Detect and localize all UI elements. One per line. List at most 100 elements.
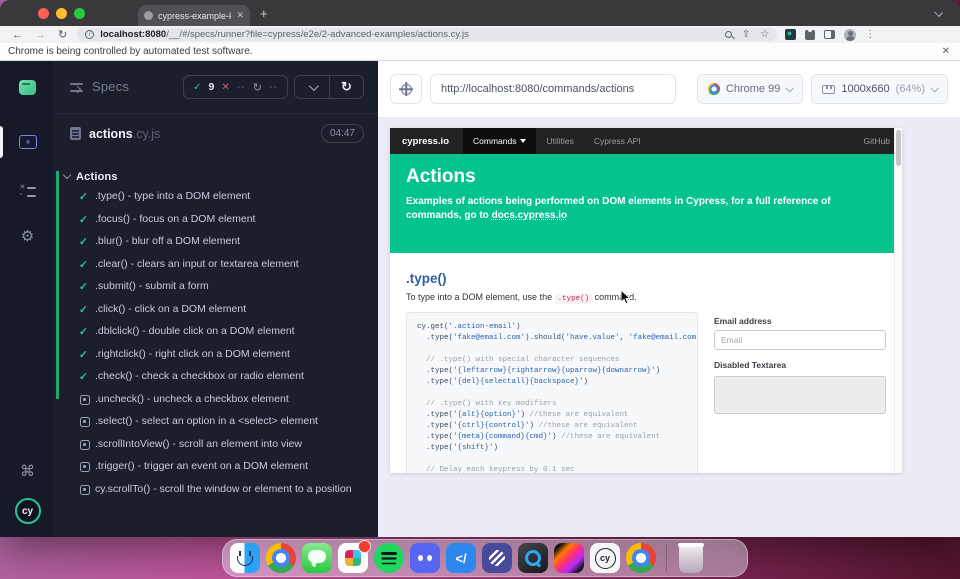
back-icon[interactable]: ← bbox=[12, 29, 23, 41]
dock-spotify-icon[interactable] bbox=[374, 543, 404, 573]
zoom-icon[interactable] bbox=[725, 31, 732, 38]
test-label: .uncheck() - uncheck a checkbox element bbox=[95, 391, 289, 407]
test-row[interactable]: ✓.check() - check a checkbox or radio el… bbox=[56, 368, 378, 391]
test-label: cy.scrollTo() - scroll the window or ele… bbox=[95, 481, 352, 497]
test-row[interactable]: ✓.click() - click on a DOM element bbox=[56, 301, 378, 324]
share-icon[interactable]: ⇧ bbox=[742, 30, 750, 40]
collapse-all-button[interactable] bbox=[295, 76, 329, 98]
email-field[interactable] bbox=[714, 330, 886, 350]
test-row[interactable]: ✓.type() - type into a DOM element bbox=[56, 188, 378, 211]
site-info-icon[interactable]: i bbox=[85, 30, 94, 39]
tab-close-icon[interactable]: ✕ bbox=[236, 10, 244, 21]
rail-cypress-logo[interactable]: cy bbox=[0, 489, 55, 533]
test-row[interactable]: ✓.blur() - blur off a DOM element bbox=[56, 233, 378, 256]
dock-chrome-icon[interactable] bbox=[266, 543, 296, 573]
inline-code: .type() bbox=[555, 294, 593, 304]
nav-commands[interactable]: Commands bbox=[463, 128, 536, 154]
test-label: .trigger() - trigger an event on a DOM e… bbox=[95, 458, 308, 474]
aut-brand[interactable]: cypress.io bbox=[402, 136, 449, 147]
aut-content: .type() To type into a DOM element, use … bbox=[390, 253, 902, 473]
suite-title: Actions bbox=[76, 171, 118, 183]
code-block: cy.get('.action-email') .type('fake@emai… bbox=[406, 312, 698, 473]
nav-cypress-api[interactable]: Cypress API bbox=[584, 128, 651, 154]
dock-messages-icon[interactable] bbox=[302, 543, 332, 573]
browser-menu-icon[interactable]: ⋮ bbox=[865, 29, 875, 40]
dock-discord-icon[interactable] bbox=[410, 543, 440, 573]
crosshair-icon bbox=[401, 84, 412, 95]
rail-settings-button[interactable]: ⚙ bbox=[0, 214, 55, 258]
selector-playground-button[interactable] bbox=[390, 74, 422, 104]
window-close-button[interactable] bbox=[38, 8, 49, 19]
reload-icon[interactable]: ↻ bbox=[58, 28, 67, 41]
tab-favicon-icon bbox=[144, 11, 153, 20]
viewport-size: 1000x660 bbox=[841, 83, 889, 95]
failed-x-icon: ✕ bbox=[221, 82, 229, 93]
cypress-extension-icon[interactable] bbox=[785, 29, 796, 40]
dock-chrome2-icon[interactable] bbox=[626, 543, 656, 573]
dock-vscode-icon[interactable]: </ bbox=[446, 543, 476, 573]
window-maximize-button[interactable] bbox=[74, 8, 85, 19]
runner-url-bar: http://localhost:8080/commands/actions C… bbox=[378, 61, 960, 117]
test-row[interactable]: .trigger() - trigger an event on a DOM e… bbox=[56, 458, 378, 481]
test-row[interactable]: ✓.rightclick() - right click on a DOM el… bbox=[56, 346, 378, 369]
side-panel-icon[interactable] bbox=[824, 30, 835, 39]
browser-tab[interactable]: cypress-example-kitchensink ✕ bbox=[138, 5, 250, 26]
test-row[interactable]: ✓.dblclick() - double click on a DOM ele… bbox=[56, 323, 378, 346]
test-row[interactable]: .select() - select an option in a <selec… bbox=[56, 413, 378, 436]
suite-header[interactable]: Actions bbox=[56, 165, 378, 188]
test-stats[interactable]: ✓ 9 ✕ -- ↻ -- bbox=[183, 75, 288, 99]
profile-avatar[interactable] bbox=[844, 29, 856, 41]
new-tab-button[interactable]: + bbox=[260, 6, 268, 21]
infobar-close-icon[interactable]: ✕ bbox=[942, 46, 950, 57]
dock-linear-icon[interactable] bbox=[482, 543, 512, 573]
caret-down-icon bbox=[520, 139, 526, 143]
test-row[interactable]: ✓.focus() - focus on a DOM element bbox=[56, 211, 378, 234]
address-bar[interactable]: i localhost:8080/__/#/specs/runner?file=… bbox=[77, 28, 777, 41]
dock-trash-icon[interactable] bbox=[679, 543, 703, 573]
desktop: cypress-example-kitchensink ✕ + ← → ↻ i … bbox=[0, 0, 960, 579]
test-list: Actions ✓.type() - type into a DOM eleme… bbox=[56, 165, 378, 537]
docs-link[interactable]: docs.cypress.io bbox=[492, 210, 568, 221]
viewport-select[interactable]: 1000x660 (64%) bbox=[811, 74, 948, 104]
section-intro: To type into a DOM element, use the .typ… bbox=[406, 292, 886, 303]
test-row[interactable]: ✓.clear() - clears an input or textarea … bbox=[56, 256, 378, 279]
rail-shortcuts-button[interactable]: ⌘ bbox=[0, 449, 55, 493]
chevron-down-icon bbox=[308, 81, 318, 91]
browser-select[interactable]: Chrome 99 bbox=[697, 74, 803, 104]
test-row[interactable]: .uncheck() - uncheck a checkbox element bbox=[56, 391, 378, 414]
rail-specs-button[interactable] bbox=[0, 65, 55, 109]
extensions-puzzle-icon[interactable] bbox=[805, 30, 815, 40]
forward-icon[interactable]: → bbox=[35, 29, 46, 41]
window-minimize-button[interactable] bbox=[56, 8, 67, 19]
dock-quicktime-icon[interactable] bbox=[518, 543, 548, 573]
check-icon: ✓ bbox=[79, 259, 95, 271]
test-row[interactable]: ✓.submit() - submit a form bbox=[56, 278, 378, 301]
test-row[interactable]: .scrollIntoView() - scroll an element in… bbox=[56, 436, 378, 459]
spec-row[interactable]: actions.cy.js 04:47 bbox=[56, 114, 378, 154]
code-window-icon: ‹› bbox=[19, 135, 37, 149]
tab-search-chevron-icon[interactable] bbox=[934, 8, 943, 17]
cypress-logo-icon: cy bbox=[15, 498, 41, 524]
rail-debug-button[interactable] bbox=[0, 170, 55, 214]
dock-gradient-icon[interactable] bbox=[554, 543, 584, 573]
browser-select-value: Chrome 99 bbox=[726, 83, 780, 95]
test-row[interactable]: cy.scrollTo() - scroll the window or ele… bbox=[56, 481, 378, 504]
aut-scrollbar[interactable] bbox=[894, 128, 902, 473]
dock-slack-icon[interactable] bbox=[338, 543, 368, 573]
browser-toolbar: ← → ↻ i localhost:8080/__/#/specs/runner… bbox=[0, 26, 960, 43]
test-label: .check() - check a checkbox or radio ele… bbox=[95, 368, 304, 384]
rerun-tests-button[interactable]: ↻ bbox=[329, 76, 363, 98]
dock-cypress-icon[interactable] bbox=[590, 543, 620, 573]
aut-hero-banner: Actions Examples of actions being perfor… bbox=[390, 154, 902, 253]
nav-utilities[interactable]: Utilities bbox=[536, 128, 583, 154]
test-label: .type() - type into a DOM element bbox=[95, 188, 250, 204]
aut-url-field[interactable]: http://localhost:8080/commands/actions bbox=[430, 74, 676, 104]
scrollbar-thumb[interactable] bbox=[896, 130, 901, 166]
bookmark-star-icon[interactable]: ☆ bbox=[760, 30, 769, 40]
infobar-text: Chrome is being controlled by automated … bbox=[8, 46, 942, 57]
dock-finder-icon[interactable] bbox=[230, 543, 260, 573]
test-label: .submit() - submit a form bbox=[95, 278, 209, 294]
nav-github[interactable]: GitHub bbox=[864, 136, 890, 146]
rail-runs-button[interactable]: ‹› bbox=[0, 120, 55, 164]
tab-title: cypress-example-kitchensink bbox=[158, 11, 231, 21]
